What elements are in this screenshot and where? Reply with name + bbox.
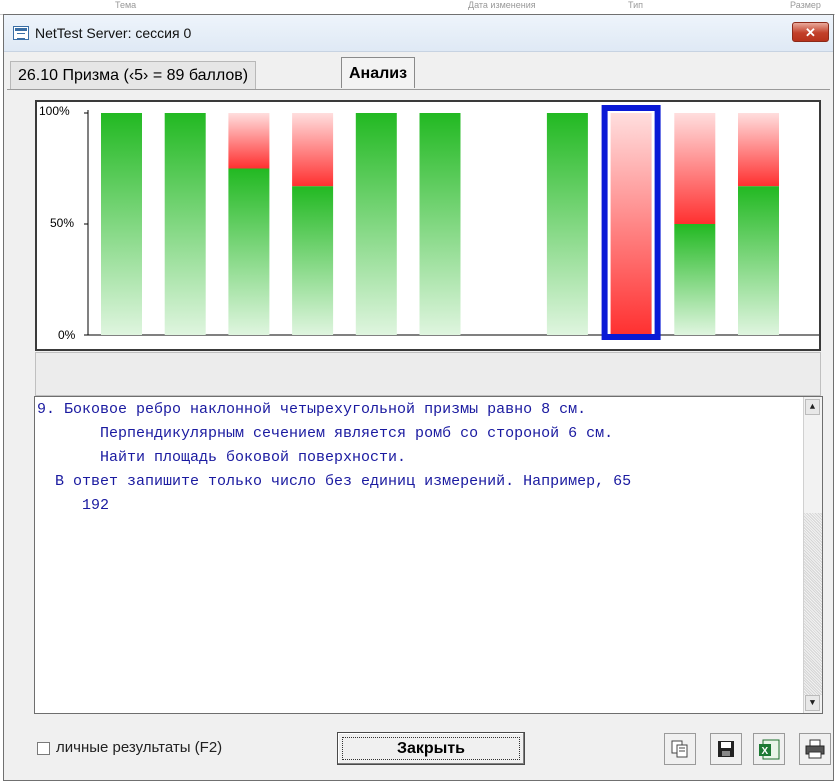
bar-wrong-segment <box>738 113 779 187</box>
chart-plot <box>84 105 819 340</box>
question-line: Перпендикулярным сечением является ромб … <box>37 425 614 442</box>
bar-correct-segment <box>355 113 397 335</box>
bar-correct-segment <box>101 113 142 335</box>
app-window-icon <box>13 26 29 40</box>
svg-text:X: X <box>762 746 769 757</box>
excel-icon: X <box>759 739 780 760</box>
scroll-down-arrow-icon[interactable]: ▼ <box>805 695 820 711</box>
bar-wrong-segment <box>674 113 716 224</box>
bar-wrong-segment <box>228 113 270 169</box>
scroll-track[interactable] <box>804 513 822 695</box>
print-button[interactable] <box>799 733 831 765</box>
export-excel-button[interactable]: X <box>753 733 785 765</box>
bar-correct-segment <box>419 113 461 335</box>
question-line: Найти площадь боковой поверхности. <box>37 449 407 466</box>
bg-column-label: Тема <box>115 0 137 10</box>
bg-column-label: Размер <box>790 0 821 10</box>
save-icon <box>718 741 734 757</box>
scroll-up-arrow-icon[interactable]: ▲ <box>805 399 820 415</box>
bg-column-label: Дата изменения <box>468 0 536 10</box>
dialog-window: NetTest Server: сессия 0 ✕ 26.10 Призма … <box>3 14 834 781</box>
question-line: 9. Боковое ребро наклонной четырехугольн… <box>37 401 587 418</box>
analysis-chart: 100% 50% 0% <box>35 100 821 351</box>
tab-analysis[interactable]: Анализ <box>341 57 416 88</box>
question-text-area[interactable]: 9. Боковое ребро наклонной четырехугольн… <box>34 396 823 714</box>
bottom-bar: личные результаты (F2) Закрыть X <box>4 717 835 780</box>
bar-wrong-segment <box>610 113 652 335</box>
background-window-strip: Тема Дата изменения Тип Размер <box>0 0 835 15</box>
chart-footer-strip <box>35 352 821 396</box>
copy-button[interactable] <box>664 733 696 765</box>
print-icon <box>805 739 825 759</box>
close-button[interactable]: Закрыть <box>337 732 525 765</box>
window-title: NetTest Server: сессия 0 <box>35 25 192 41</box>
copy-icon <box>671 740 688 758</box>
bar-correct-segment <box>674 224 716 335</box>
close-window-button[interactable]: ✕ <box>792 22 829 42</box>
personal-results-checkbox[interactable] <box>37 742 50 755</box>
vertical-scrollbar[interactable]: ▲ ▼ <box>803 397 822 713</box>
close-button-label: Закрыть <box>342 737 520 760</box>
answer-line: 192 <box>37 497 110 514</box>
question-line: В ответ запишите только число без единиц… <box>37 473 632 490</box>
personal-results-label[interactable]: личные результаты (F2) <box>56 739 222 756</box>
bar-correct-segment <box>546 113 588 335</box>
bar-wrong-segment <box>292 113 334 187</box>
bar-correct-segment <box>228 168 270 335</box>
tab-test-name[interactable]: 26.10 Призма (‹5› = 89 баллов) <box>10 61 257 89</box>
bar-correct-segment <box>164 113 206 335</box>
title-bar[interactable]: NetTest Server: сессия 0 ✕ <box>4 15 833 52</box>
bar-correct-segment <box>292 186 334 335</box>
bar-correct-segment <box>738 186 779 335</box>
save-button[interactable] <box>710 733 742 765</box>
bg-column-label: Тип <box>628 0 644 10</box>
